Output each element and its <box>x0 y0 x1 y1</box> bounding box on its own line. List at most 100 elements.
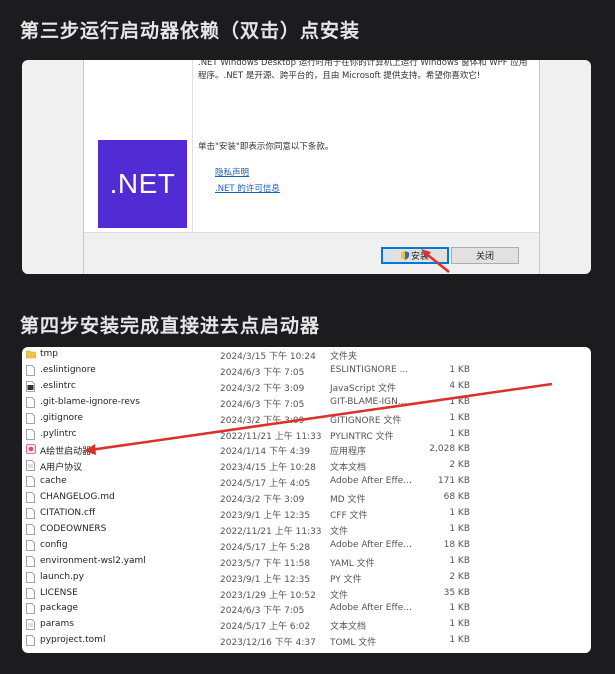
file-type: PYLINTRC 文件 <box>330 431 394 442</box>
file-row[interactable]: A用户协议 2023/4/15 上午 10:28 文本文档 2 KB <box>22 458 591 474</box>
step4-heading: 第四步安装完成直接进去点启动器 <box>20 315 321 337</box>
file-date: 2022/11/21 上午 11:33 <box>220 526 322 537</box>
file-size: 35 KB <box>443 587 470 598</box>
file-icon <box>26 571 35 583</box>
file-name: .gitignore <box>40 412 84 423</box>
file-date: 2022/11/21 上午 11:33 <box>220 431 322 442</box>
file-name: CITATION.cff <box>40 508 96 518</box>
file-row[interactable]: CITATION.cff 2023/9/1 上午 12:35 CFF 文件 1 KB <box>22 506 591 522</box>
file-date: 2024/6/3 下午 7:05 <box>220 606 305 617</box>
file-row[interactable]: environment-wsl2.yaml 2023/5/7 下午 11:58 YA… <box>22 554 591 570</box>
file-date: 2023/9/1 上午 12:35 <box>220 511 311 521</box>
file-type: YAML 文件 <box>330 558 375 569</box>
file-type: Adobe After Effe... <box>330 539 412 550</box>
file-type: MD 文件 <box>330 495 366 506</box>
file-date: 2023/4/15 上午 10:28 <box>220 463 316 474</box>
file-date: 2024/5/17 上午 5:28 <box>220 542 311 553</box>
file-date: 2023/5/7 下午 11:58 <box>220 558 311 569</box>
step3-heading: 第三步运行启动器依赖（双击）点安装 <box>20 20 361 42</box>
file-row[interactable]: .eslintignore 2024/6/3 下午 7:05 ESLINTIGNOR… <box>22 363 591 379</box>
file-list: tmp 2024/3/15 下午 10:24 文件夹 .eslintignore 202… <box>22 347 591 653</box>
file-size: 1 KB <box>449 412 470 423</box>
file-row[interactable]: CODEOWNERS 2022/11/21 上午 11:33 文件 1 KB <box>22 522 591 538</box>
file-row[interactable]: LICENSE 2023/1/29 上午 10:52 文件 35 KB <box>22 586 591 602</box>
file-type: 应用程序 <box>330 447 367 458</box>
file-name: .git-blame-ignore-revs <box>40 396 140 407</box>
file-name: cache <box>40 476 67 487</box>
file-row[interactable]: .gitignore 2024/3/2 下午 3:09 GITIGNORE 文件 1 … <box>22 411 591 427</box>
file-size: 1 KB <box>449 635 470 646</box>
file-name: A用户协议 <box>40 463 83 474</box>
file-name: .eslintrc <box>40 380 76 391</box>
file-size: 68 KB <box>443 492 470 503</box>
install-button[interactable]: 安装 <box>381 247 449 264</box>
file-row[interactable]: params 2024/5/17 上午 6:02 文本文档 1 KB <box>22 617 591 633</box>
file-name: package <box>40 603 78 614</box>
file-row[interactable]: .pylintrc 2022/11/21 上午 11:33 PYLINTRC 文件 1… <box>22 427 591 443</box>
file-type: Adobe After Effe... <box>330 603 412 614</box>
dotnet-logo: .NET <box>98 140 187 228</box>
file-icon <box>26 396 35 408</box>
file-type: 文本文档 <box>330 463 367 474</box>
file-date: 2024/3/15 下午 10:24 <box>220 352 316 362</box>
file-name: pyproject.toml <box>40 635 106 646</box>
file-name: environment-wsl2.yaml <box>40 555 146 566</box>
file-row[interactable]: pyproject.toml 2023/12/16 下午 4:37 TOML 文件 1… <box>22 633 591 649</box>
file-icon <box>26 523 35 535</box>
close-button[interactable]: 关闭 <box>451 247 519 264</box>
file-type: TOML 文件 <box>330 638 377 649</box>
file-size: 2 KB <box>449 571 470 582</box>
file-size: 1 KB <box>449 619 470 630</box>
consent-text: 单击"安装"即表示你同意以下条款。 <box>198 142 334 152</box>
divider <box>192 60 193 232</box>
file-name: .pylintrc <box>40 428 77 439</box>
file-name: tmp <box>40 349 59 359</box>
file-size: 1 KB <box>449 603 470 614</box>
file-date: 2023/12/16 下午 4:37 <box>220 638 316 649</box>
file-type: ESLINTIGNORE ... <box>330 364 409 375</box>
installer-screenshot: .NET .NET Windows Desktop 运行时用于在你的计算机上运行… <box>22 60 591 274</box>
file-icon <box>26 539 35 551</box>
file-size: 1 KB <box>449 508 470 518</box>
shield-icon <box>400 251 409 260</box>
file-type: PY 文件 <box>330 574 362 585</box>
file-row[interactable]: .eslintrc 2024/3/2 下午 3:09 JavaScript 文件 4 … <box>22 379 591 395</box>
file-icon <box>26 492 35 503</box>
file-row[interactable]: package 2024/6/3 下午 7:05 Adobe After Effe.… <box>22 601 591 617</box>
file-date: 2023/1/29 上午 10:52 <box>220 590 316 601</box>
file-row[interactable]: tmp 2024/3/15 下午 10:24 文件夹 <box>22 347 591 363</box>
file-row[interactable]: config 2024/5/17 上午 5:28 Adobe After Effe.… <box>22 538 591 554</box>
file-icon <box>26 428 35 440</box>
file-row[interactable]: launch.py 2023/9/1 上午 12:35 PY 文件 2 KB <box>22 570 591 586</box>
file-type: Adobe After Effe... <box>330 476 412 487</box>
file-icon <box>26 412 35 424</box>
file-date: 2024/6/3 下午 7:05 <box>220 367 305 378</box>
file-icon <box>26 555 35 567</box>
file-date: 2024/3/2 下午 3:09 <box>220 415 305 426</box>
file-row[interactable]: .git-blame-ignore-revs 2024/6/3 下午 7:05 GI… <box>22 395 591 411</box>
file-date: 2024/1/14 下午 4:39 <box>220 447 311 458</box>
file-name: CODEOWNERS <box>40 523 107 534</box>
dialog-border-right <box>539 60 540 274</box>
file-size: 18 KB <box>443 539 470 550</box>
file-icon <box>26 587 35 599</box>
file-icon <box>26 476 35 488</box>
file-size: 2,028 KB <box>429 444 470 455</box>
script-file-icon <box>26 380 35 392</box>
file-row[interactable]: CHANGELOG.md 2024/3/2 下午 3:09 MD 文件 68 KB <box>22 490 591 506</box>
file-type: 文本文档 <box>330 622 367 633</box>
file-row[interactable]: cache 2024/5/17 上午 4:05 Adobe After Effe..… <box>22 474 591 490</box>
file-icon <box>26 364 35 376</box>
file-name: params <box>40 619 74 630</box>
file-name: CHANGELOG.md <box>40 492 115 503</box>
file-row[interactable]: A绘世启动器 2024/1/14 下午 4:39 应用程序 2,028 KB <box>22 442 591 458</box>
file-name: .eslintignore <box>40 364 96 375</box>
file-type: GIT-BLAME-IGN... <box>330 396 407 407</box>
privacy-link[interactable]: 隐私声明 <box>215 166 249 178</box>
file-type: 文件夹 <box>330 352 358 362</box>
file-size: 1 KB <box>449 523 470 534</box>
file-size: 1 KB <box>449 555 470 566</box>
license-link[interactable]: .NET 的许可信息 <box>215 182 280 194</box>
file-size: 2 KB <box>449 460 470 471</box>
file-date: 2023/9/1 上午 12:35 <box>220 574 311 585</box>
